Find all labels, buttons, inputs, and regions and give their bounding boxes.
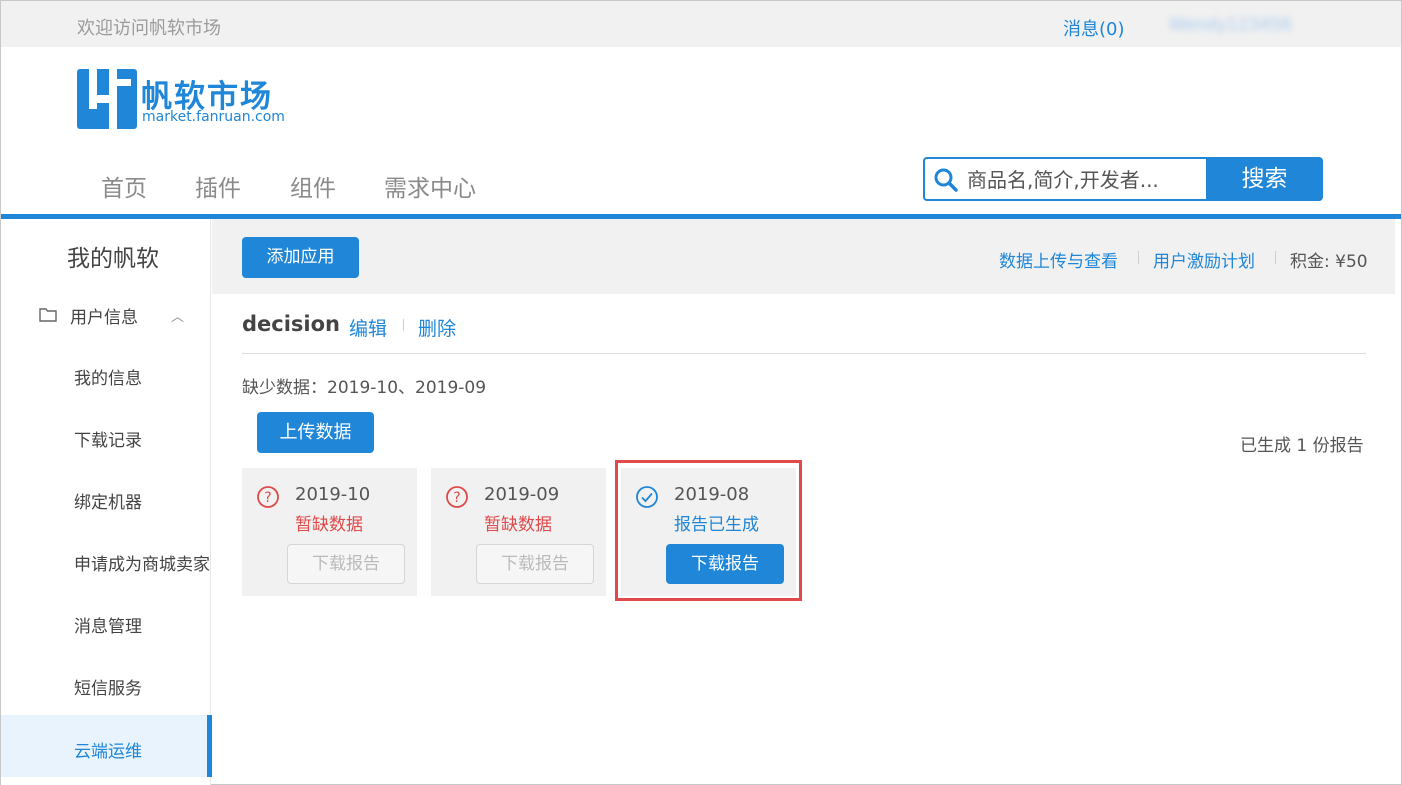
question-circle-icon: ? bbox=[257, 486, 279, 508]
search-icon bbox=[934, 168, 958, 192]
top-bar: 欢迎访问帆软市场 消息(0) Wendy123456 bbox=[1, 1, 1401, 47]
highlight-box bbox=[615, 460, 802, 601]
nav-components[interactable]: 组件 bbox=[290, 169, 336, 203]
add-app-button[interactable]: 添加应用 bbox=[242, 237, 359, 278]
fanruan-logo-icon[interactable] bbox=[77, 69, 137, 129]
link-separator bbox=[403, 319, 404, 331]
upload-data-button[interactable]: 上传数据 bbox=[257, 412, 374, 453]
points-balance: 积金: ¥50 bbox=[1290, 252, 1368, 272]
delete-link[interactable]: 删除 bbox=[418, 314, 456, 341]
site-header: 帆软市场 market.fanruan.com 首页 插件 组件 需求中心 搜索 bbox=[1, 47, 1401, 215]
question-circle-icon: ? bbox=[446, 486, 468, 508]
username-link[interactable]: Wendy123456 bbox=[1169, 15, 1292, 35]
nav-home[interactable]: 首页 bbox=[101, 169, 147, 203]
missing-data-text: 缺少数据：2019-10、2019-09 bbox=[242, 378, 487, 398]
nav-plugins[interactable]: 插件 bbox=[195, 169, 241, 203]
upload-view-link[interactable]: 数据上传与查看 bbox=[999, 247, 1118, 272]
nav-demand-center[interactable]: 需求中心 bbox=[384, 169, 476, 203]
sidebar-item-become-seller[interactable]: 申请成为商城卖家 bbox=[74, 550, 211, 575]
sidebar-item-bind-machine[interactable]: 绑定机器 bbox=[74, 488, 142, 513]
svg-text:?: ? bbox=[264, 490, 271, 506]
report-status: 暂缺数据 bbox=[295, 515, 363, 535]
search-input[interactable] bbox=[967, 165, 1197, 195]
folder-icon bbox=[39, 308, 57, 322]
generated-count: 已生成 1 份报告 bbox=[1240, 436, 1364, 456]
download-report-button[interactable]: 下载报告 bbox=[476, 544, 594, 584]
report-card: ? 2019-09 暂缺数据 下载报告 bbox=[431, 468, 606, 596]
sidebar-item-downloads[interactable]: 下载记录 bbox=[74, 426, 142, 451]
report-date: 2019-09 bbox=[484, 484, 560, 505]
search-box bbox=[923, 157, 1207, 201]
sidebar-item-sms[interactable]: 短信服务 bbox=[74, 674, 142, 699]
report-date: 2019-10 bbox=[295, 484, 371, 505]
toolbar-separator bbox=[1138, 251, 1139, 264]
logo-subtitle: market.fanruan.com bbox=[142, 109, 285, 125]
incentive-link[interactable]: 用户激励计划 bbox=[1153, 247, 1255, 272]
welcome-text: 欢迎访问帆软市场 bbox=[77, 18, 221, 39]
section-divider bbox=[242, 353, 1366, 354]
edit-link[interactable]: 编辑 bbox=[349, 314, 387, 341]
sidebar-active-indicator bbox=[207, 715, 212, 777]
app-name: decision bbox=[242, 312, 340, 336]
sidebar-item-my-info[interactable]: 我的信息 bbox=[74, 364, 142, 389]
chevron-up-icon: ︿ bbox=[171, 310, 185, 325]
sidebar-item-cloud-ops[interactable]: 云端运维 bbox=[74, 737, 142, 762]
report-card: ? 2019-10 暂缺数据 下载报告 bbox=[242, 468, 417, 596]
sidebar-group-user-info[interactable]: 用户信息 ︿ bbox=[39, 303, 199, 328]
svg-text:?: ? bbox=[453, 490, 460, 506]
messages-link[interactable]: 消息(0) bbox=[1063, 15, 1125, 41]
sidebar: 我的帆软 用户信息 ︿ 我的信息 下载记录 绑定机器 申请成为商城卖家 消息管理… bbox=[1, 219, 212, 785]
sidebar-item-messages[interactable]: 消息管理 bbox=[74, 612, 142, 637]
search-button[interactable]: 搜索 bbox=[1206, 157, 1323, 201]
toolbar-separator bbox=[1275, 251, 1276, 264]
download-report-button[interactable]: 下载报告 bbox=[287, 544, 405, 584]
sidebar-group-label: 用户信息 bbox=[70, 308, 138, 328]
sidebar-title: 我的帆软 bbox=[67, 246, 159, 272]
report-status: 暂缺数据 bbox=[484, 515, 552, 535]
